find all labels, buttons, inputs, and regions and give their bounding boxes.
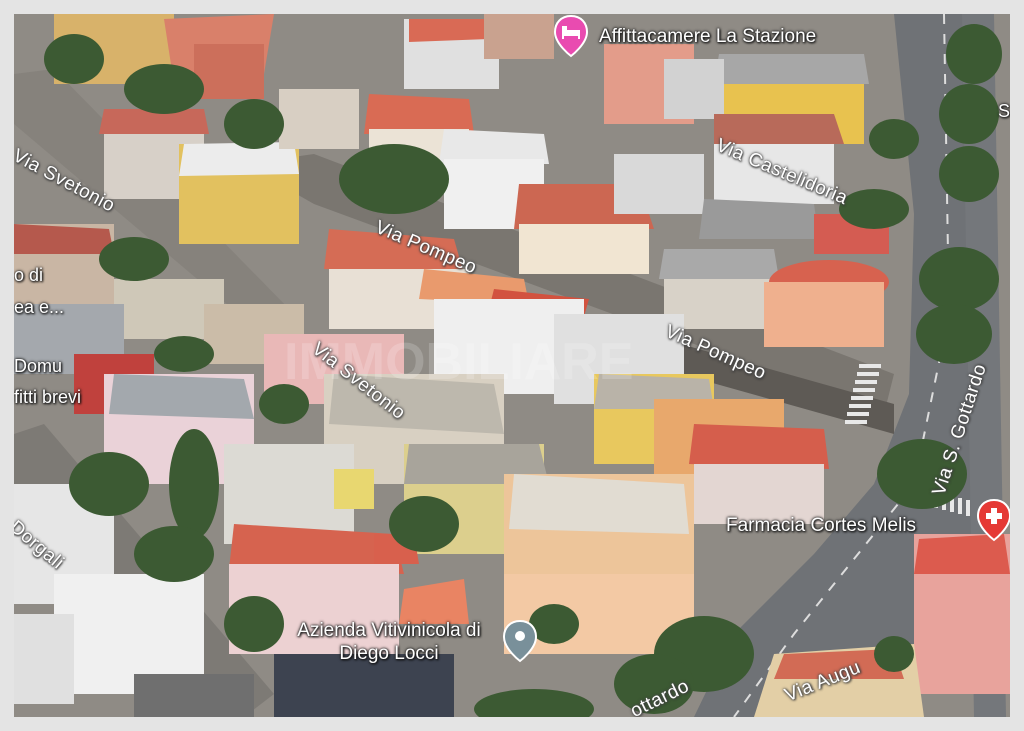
partial-label-left-3: Domu	[14, 356, 63, 376]
partial-label-right-edge: S	[998, 101, 1010, 121]
partial-label-left-2: ea e...	[14, 297, 65, 317]
partial-label-left-1: o di	[14, 265, 44, 285]
hotel-pin[interactable]	[553, 14, 589, 58]
poi-label-azienda[interactable]: Azienda Vitivinicola di Diego Locci	[279, 619, 499, 665]
poi-label-farmacia[interactable]: Farmacia Cortes Melis	[726, 514, 916, 537]
hotel-bed-icon	[553, 14, 589, 58]
map-view[interactable]: IMMOBILIARE Via Svetonio Via Pompeo Via …	[14, 14, 1010, 717]
place-pin[interactable]	[502, 619, 538, 663]
poi-label-affittacamere[interactable]: Affittacamere La Stazione	[599, 25, 816, 48]
aerial-3d-imagery[interactable]: IMMOBILIARE	[14, 14, 1010, 717]
pharmacy-pin[interactable]	[976, 498, 1010, 542]
partial-label-left-4: fitti brevi	[14, 387, 82, 407]
place-pin-icon	[502, 619, 538, 663]
poi-label-azienda-line1[interactable]: Azienda Vitivinicola di Diego Locci	[279, 619, 499, 665]
pharmacy-cross-icon	[976, 498, 1010, 542]
